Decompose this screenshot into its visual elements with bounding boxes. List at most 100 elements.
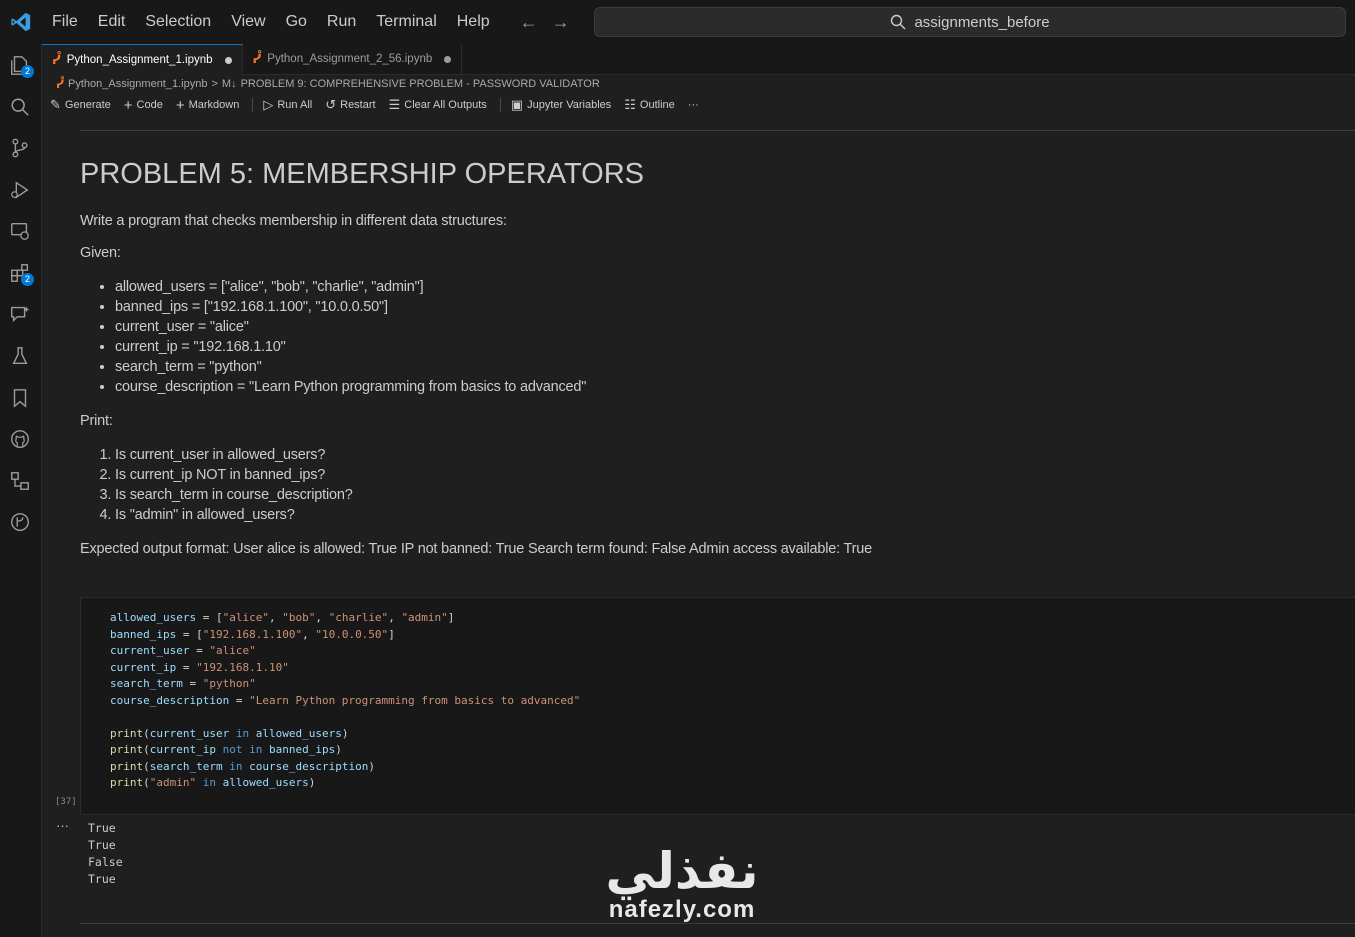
nafezly-watermark: نفذلي nafezly.com	[592, 845, 772, 923]
clear-outputs-icon: ☰	[388, 97, 401, 112]
generate-label: Generate	[64, 99, 111, 111]
unsaved-dot-icon[interactable]	[224, 56, 232, 64]
output-line: False	[88, 855, 123, 869]
menu-edit[interactable]: Edit	[88, 0, 136, 44]
extensions-badge: 2	[21, 273, 34, 286]
tab-label: Python_Assignment_2_56.ipynb	[267, 53, 433, 65]
menu-run[interactable]: Run	[317, 0, 366, 44]
command-center-search[interactable]: assignments_before	[594, 7, 1346, 37]
explorer-badge: 2	[21, 65, 34, 78]
jupyter-variables-label: Jupyter Variables	[527, 99, 612, 111]
plus-icon: +	[123, 96, 133, 114]
editor-tabs: ᓮ Python_Assignment_1.ipynb ᓮ Python_Ass…	[42, 44, 1355, 75]
testing-icon[interactable]	[9, 345, 31, 367]
given-list: allowed_users = ["alice", "bob", "charli…	[80, 277, 1280, 397]
run-all-label: Run All	[277, 99, 313, 111]
output-line: True	[88, 838, 116, 852]
run-debug-icon[interactable]	[9, 179, 31, 201]
jupyter-notebook-icon: ᓮ	[56, 78, 65, 91]
title-bar: File Edit Selection View Go Run Terminal…	[0, 0, 1355, 44]
clear-outputs-label: Clear All Outputs	[404, 99, 487, 111]
clear-all-outputs-button[interactable]: ☰ Clear All Outputs	[389, 97, 487, 113]
timeline-icon[interactable]	[9, 470, 31, 492]
plus-icon: +	[175, 96, 185, 114]
back-arrow-icon[interactable]: ←	[520, 12, 538, 33]
execution-count: [37]	[55, 797, 77, 807]
outline-icon: ☷	[624, 97, 636, 112]
jupyter-notebook-icon: ᓮ	[252, 52, 262, 66]
markdown-cell[interactable]: PROBLEM 5: MEMBERSHIP OPERATORS Write a …	[80, 150, 1280, 573]
cell-output: True True False True	[88, 820, 123, 888]
unsaved-dot-icon[interactable]	[444, 55, 452, 63]
given-label: Given:	[80, 245, 121, 261]
output-actions-icon[interactable]: ···	[56, 818, 69, 833]
tab-label: Python_Assignment_1.ipynb	[66, 54, 213, 66]
menu-go[interactable]: Go	[276, 0, 317, 44]
code-line: search_term = "python"	[110, 677, 256, 690]
generate-button[interactable]: ✎ Generate	[50, 97, 111, 113]
list-item: banned_ips = ["192.168.1.100", "10.0.0.5…	[115, 297, 1280, 317]
print-label: Print:	[80, 413, 113, 429]
code-line: allowed_users = ["alice", "bob", "charli…	[110, 611, 455, 624]
menu-file[interactable]: File	[42, 0, 88, 44]
code-line: print(search_term in course_description)	[110, 759, 375, 773]
breadcrumb-section[interactable]: PROBLEM 9: COMPREHENSIVE PROBLEM - PASSW…	[241, 78, 600, 90]
run-all-button[interactable]: ▷ Run All	[263, 97, 312, 113]
more-actions-icon: ···	[687, 99, 699, 111]
jupyter-variables-button[interactable]: ▣ Jupyter Variables	[511, 97, 611, 113]
chat-icon[interactable]	[9, 303, 31, 325]
bookmark-icon[interactable]	[9, 387, 31, 409]
github-icon[interactable]	[9, 428, 31, 450]
restart-button[interactable]: ↺ Restart	[325, 97, 375, 113]
list-item: Is current_ip NOT in banned_ips?	[115, 465, 1280, 485]
add-code-cell-button[interactable]: + Code	[124, 97, 163, 114]
watermark-arabic: نفذلي	[605, 842, 759, 900]
toolbar-divider	[252, 98, 254, 112]
code-line: current_user = "alice"	[110, 644, 256, 657]
source-control-icon[interactable]	[9, 137, 31, 159]
output-line: True	[88, 821, 116, 835]
menu-terminal[interactable]: Terminal	[366, 0, 446, 44]
tab-python-assignment-1[interactable]: ᓮ Python_Assignment_1.ipynb	[42, 44, 243, 75]
run-all-icon: ▷	[263, 97, 274, 112]
search-icon[interactable]	[9, 96, 31, 118]
menu-view[interactable]: View	[221, 0, 275, 44]
sparkle-icon: ✎	[50, 97, 61, 112]
add-markdown-cell-button[interactable]: + Markdown	[176, 97, 240, 114]
breadcrumb: ᓮ Python_Assignment_1.ipynb > M↓ PROBLEM…	[56, 76, 600, 92]
code-line: current_ip = "192.168.1.10"	[110, 660, 289, 674]
output-line: True	[88, 872, 116, 886]
search-icon	[891, 14, 906, 30]
cell-divider	[80, 130, 1355, 131]
tab-python-assignment-2[interactable]: ᓮ Python_Assignment_2_56.ipynb	[243, 44, 463, 74]
variables-icon: ▣	[510, 97, 524, 112]
list-item: allowed_users = ["alice", "bob", "charli…	[115, 277, 1280, 297]
breadcrumb-separator: >	[211, 78, 218, 90]
code-line: banned_ips = ["192.168.1.100", "10.0.0.5…	[110, 627, 395, 641]
vscode-logo-icon[interactable]	[0, 0, 42, 44]
more-actions-button[interactable]: ···	[688, 99, 699, 111]
jupyter-notebook-icon: ᓮ	[52, 53, 61, 67]
print-list: Is current_user in allowed_users? Is cur…	[80, 445, 1280, 525]
menu-help[interactable]: Help	[447, 0, 500, 44]
menu-selection[interactable]: Selection	[135, 0, 221, 44]
remote-explorer-icon[interactable]	[9, 220, 31, 242]
problem-title: PROBLEM 5: MEMBERSHIP OPERATORS	[80, 158, 645, 190]
notebook-toolbar: ✎ Generate + Code + Markdown ▷ Run All ↺…	[50, 95, 712, 115]
restart-icon: ↺	[325, 97, 337, 112]
list-item: Is "admin" in allowed_users?	[115, 505, 1280, 525]
expected-output: Expected output format: User alice is al…	[80, 541, 872, 557]
forward-arrow-icon[interactable]: →	[552, 12, 570, 33]
problem-intro: Write a program that checks membership i…	[80, 213, 507, 229]
list-item: current_ip = "192.168.1.10"	[115, 337, 1280, 357]
list-item: Is search_term in course_description?	[115, 485, 1280, 505]
code-line: print(current_user in allowed_users)	[110, 726, 349, 740]
code-cell-editor[interactable]: allowed_users = ["alice", "bob", "charli…	[80, 597, 1355, 815]
breadcrumb-file[interactable]: Python_Assignment_1.ipynb	[68, 78, 207, 90]
outline-button[interactable]: ☷ Outline	[624, 97, 675, 113]
code-line: print(current_ip not in banned_ips)	[110, 743, 342, 756]
restart-label: Restart	[340, 99, 376, 111]
list-item: current_user = "alice"	[115, 317, 1280, 337]
git-graph-icon[interactable]	[9, 511, 31, 533]
code-content[interactable]: allowed_users = ["alice", "bob", "charli…	[110, 610, 580, 792]
